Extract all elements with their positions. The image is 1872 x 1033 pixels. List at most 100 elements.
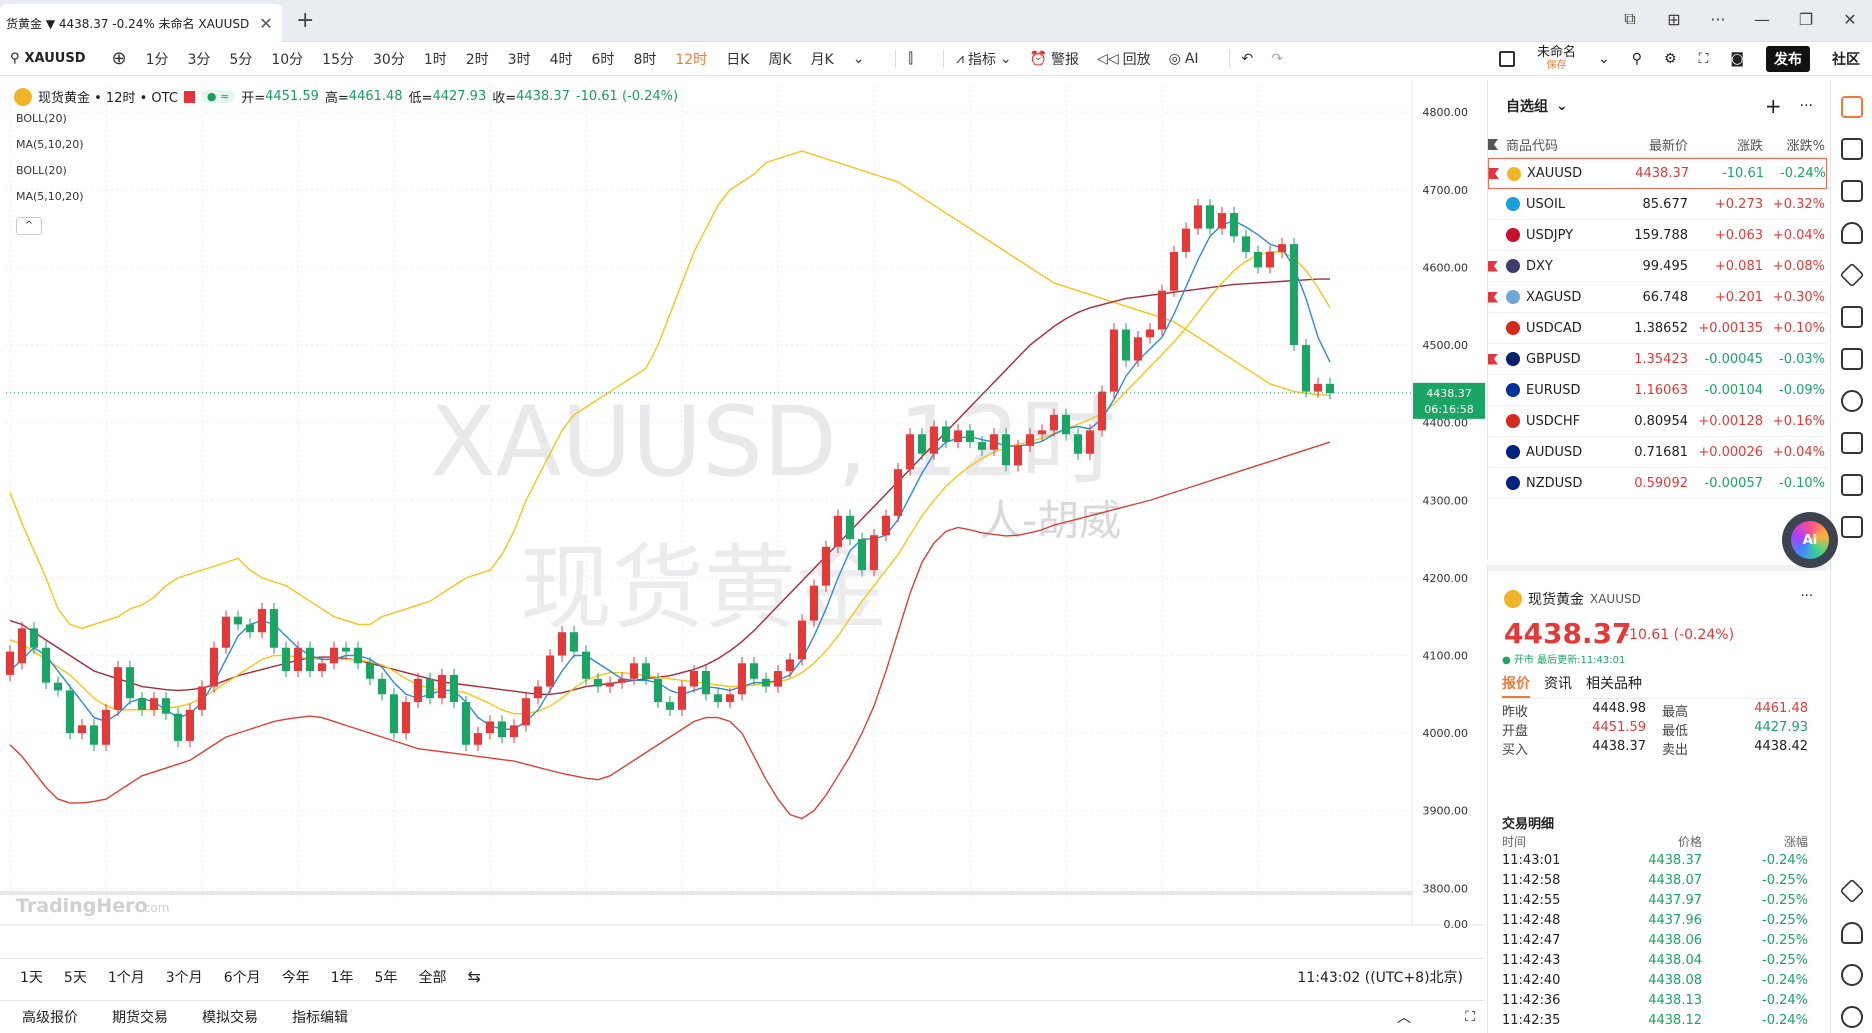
interval-12[interactable]: 12时 (675, 49, 707, 69)
timeframe-6[interactable]: 1年 (331, 967, 354, 987)
candle[interactable] (1170, 251, 1178, 291)
watchlist-title[interactable]: 自选组 (1506, 96, 1548, 116)
indicator-boll[interactable]: BOLL(20) (16, 112, 67, 125)
candle[interactable] (414, 678, 422, 703)
watchlist-row[interactable]: GBPUSD 1.35423 -0.00045 -0.03% (1488, 344, 1827, 375)
gift-icon[interactable] (1841, 1006, 1863, 1028)
candle[interactable] (1014, 445, 1022, 466)
candle[interactable] (1278, 244, 1286, 252)
symbol-search[interactable]: ⚲ XAUUSD (10, 51, 85, 66)
candle[interactable] (114, 667, 122, 710)
candle[interactable] (450, 674, 458, 703)
candle[interactable] (486, 721, 494, 734)
tab-related[interactable]: 相关品种 (1586, 673, 1642, 698)
candle[interactable] (1074, 434, 1082, 454)
candle[interactable] (990, 434, 998, 450)
candle[interactable] (1230, 213, 1238, 237)
ai-button[interactable]: ◎ AI (1169, 51, 1199, 67)
col-change[interactable]: 涨跌 (1688, 135, 1763, 154)
candle[interactable] (1266, 251, 1274, 268)
interval-9[interactable]: 4时 (550, 49, 573, 69)
candle[interactable] (882, 515, 890, 536)
diamond-icon[interactable] (1839, 878, 1865, 904)
candle[interactable] (1146, 329, 1154, 338)
footer-tab-simulated[interactable]: 模拟交易 (202, 1007, 258, 1027)
candle[interactable] (846, 515, 854, 540)
timeframe-5[interactable]: 今年 (282, 967, 310, 987)
watchlist-row[interactable]: XAGUSD 66.748 +0.201 +0.30% (1488, 282, 1827, 313)
candle[interactable] (774, 671, 782, 687)
candle[interactable] (1182, 228, 1190, 252)
checkbox-icon[interactable] (1499, 51, 1516, 67)
candle[interactable] (870, 535, 878, 571)
candle[interactable] (1122, 329, 1130, 361)
candle[interactable] (642, 663, 650, 679)
more-icon[interactable]: ··· (1800, 98, 1813, 114)
watchlist-row[interactable]: USDCHF 0.80954 +0.00128 +0.16% (1488, 406, 1827, 437)
interval-5[interactable]: 30分 (373, 49, 405, 69)
candle[interactable] (1098, 391, 1106, 431)
candle[interactable] (798, 620, 806, 660)
interval-dropdown-icon[interactable]: ⌄ (853, 51, 865, 67)
candle[interactable] (438, 674, 446, 699)
notes-icon[interactable] (1841, 138, 1863, 160)
minimize-icon[interactable]: — (1740, 10, 1784, 29)
col-symbol[interactable]: 商品代码 (1488, 135, 1608, 154)
screenshot-icon[interactable]: ⧉ (1608, 9, 1652, 29)
candle[interactable] (1302, 345, 1310, 392)
watchlist-row[interactable]: USOIL 85.677 +0.273 +0.32% (1488, 189, 1827, 220)
candle[interactable] (246, 624, 254, 633)
timeframe-0[interactable]: 1天 (20, 967, 43, 987)
candle[interactable] (1158, 290, 1166, 330)
maximize-panel-icon[interactable]: ⛶ (1465, 1009, 1475, 1025)
restore-icon[interactable]: ❐ (1784, 10, 1828, 29)
candle[interactable] (270, 608, 278, 648)
watchlist-row[interactable]: AUDUSD 0.71681 +0.00026 +0.04% (1488, 437, 1827, 468)
candle[interactable] (1050, 414, 1058, 431)
candle[interactable] (582, 651, 590, 679)
add-icon[interactable]: + (1765, 94, 1782, 118)
interval-2[interactable]: 5分 (229, 49, 252, 69)
candle[interactable] (174, 713, 182, 741)
table-icon[interactable] (1841, 474, 1863, 496)
tab-quote[interactable]: 报价 (1502, 673, 1530, 698)
publish-button[interactable]: 发布 (1766, 46, 1810, 72)
candle[interactable] (654, 678, 662, 703)
visibility-toggle[interactable]: ● ≈ (200, 90, 236, 103)
candle[interactable] (1206, 205, 1214, 229)
candle[interactable] (786, 659, 794, 672)
candle[interactable] (186, 709, 194, 741)
more-icon[interactable]: ··· (1801, 589, 1813, 604)
chevron-down-icon[interactable]: ⌄ (1556, 98, 1568, 114)
interval-6[interactable]: 1时 (424, 49, 447, 69)
candle[interactable] (402, 702, 410, 734)
signal-icon[interactable] (1841, 390, 1863, 412)
community-button[interactable]: 社区 (1832, 49, 1860, 69)
candle[interactable] (1314, 383, 1322, 392)
candle[interactable] (330, 647, 338, 664)
candle[interactable] (954, 430, 962, 443)
interval-8[interactable]: 3时 (508, 49, 531, 69)
candle[interactable] (1242, 236, 1250, 252)
interval-0[interactable]: 1分 (146, 49, 169, 69)
interval-7[interactable]: 2时 (466, 49, 489, 69)
footer-tab-futures[interactable]: 期货交易 (112, 1007, 168, 1027)
interval-14[interactable]: 周K (768, 49, 791, 69)
candle[interactable] (1002, 434, 1010, 466)
layout-save-button[interactable]: 未命名 保存 (1537, 46, 1576, 72)
candle[interactable] (150, 698, 158, 710)
candle[interactable] (78, 725, 86, 734)
bell-icon[interactable] (1841, 222, 1863, 244)
browser-tab[interactable]: 货黄金 ▼ 4438.37 -0.24% 未命名 XAUUSD ✕ (0, 4, 282, 42)
candle[interactable] (678, 686, 686, 710)
footer-tab-advanced-quotes[interactable]: 高级报价 (22, 1007, 78, 1027)
candle[interactable] (858, 539, 866, 571)
candle[interactable] (222, 616, 230, 648)
candle[interactable] (894, 469, 902, 516)
calendar-icon[interactable] (1841, 180, 1863, 202)
candle-type-icon[interactable]: ⫿ (908, 51, 912, 67)
indicator-ma[interactable]: MA(5,10,20) (16, 138, 84, 151)
candle[interactable] (1062, 414, 1070, 435)
candle[interactable] (942, 426, 950, 443)
candle[interactable] (66, 690, 74, 734)
